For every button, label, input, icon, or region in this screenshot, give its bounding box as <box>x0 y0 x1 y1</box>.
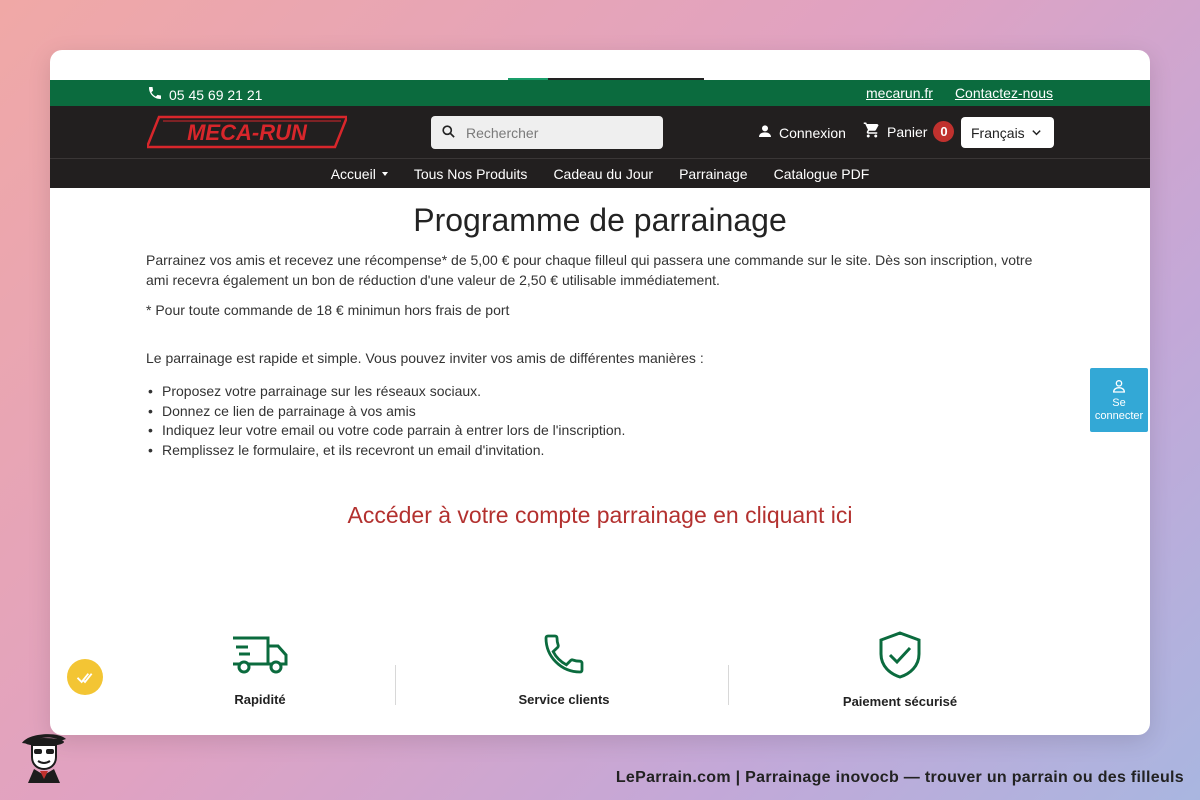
login-button[interactable]: Connexion <box>757 123 846 142</box>
features-row: Rapidité Service clients Paiement sécuri… <box>50 630 1150 735</box>
tab-indicator-dark <box>548 78 704 80</box>
intro-text: Parrainez vos amis et recevez une récomp… <box>146 252 1033 288</box>
divider <box>395 665 396 705</box>
sign-in-label-1: Se <box>1112 397 1126 409</box>
nav-label: Accueil <box>330 165 376 182</box>
sign-in-side-button[interactable]: Se connecter <box>1090 368 1148 432</box>
steps-list: Proposez votre parrainage sur les réseau… <box>146 382 625 460</box>
site-header: MECA-RUN Rechercher Connexion Panier 0 F… <box>50 106 1150 158</box>
nav-item-catalogue[interactable]: Catalogue PDF <box>774 166 870 182</box>
feature-label: Paiement sécurisé <box>842 694 958 709</box>
user-icon <box>757 123 773 142</box>
cart-icon <box>863 121 881 142</box>
main-nav: Accueil Tous Nos Produits Cadeau du Jour… <box>50 158 1150 188</box>
nav-item-cadeau[interactable]: Cadeau du Jour <box>553 166 653 182</box>
list-item: Proposez votre parrainage sur les réseau… <box>146 382 625 402</box>
nav-label: Catalogue PDF <box>773 165 870 182</box>
page-title: Programme de parrainage <box>413 202 787 238</box>
feature-service: Service clients <box>500 630 628 707</box>
cart-button[interactable]: Panier 0 <box>863 121 955 142</box>
chevron-down-icon <box>1031 125 1042 141</box>
nav-label: Parrainage <box>679 165 748 182</box>
nav-item-parrainage[interactable]: Parrainage <box>679 166 748 182</box>
cart-label: Panier <box>887 123 928 140</box>
phone-number-text: 05 45 69 21 21 <box>169 86 263 103</box>
footer-caption: LeParrain.com | Parrainage inovocb — tro… <box>615 769 1184 786</box>
cart-count-badge: 0 <box>933 121 955 142</box>
list-item: Donnez ce lien de parrainage à vos amis <box>146 402 625 422</box>
phone-icon <box>147 85 163 104</box>
language-select[interactable]: Français <box>961 117 1054 148</box>
list-item: Remplissez le formulaire, et ils recevro… <box>146 441 625 461</box>
footnote-text: * Pour toute commande de 18 € minimun ho… <box>146 302 510 318</box>
accessibility-button[interactable] <box>67 659 103 695</box>
feature-payment: Paiement sécurisé <box>830 630 970 709</box>
tab-indicator <box>508 78 548 80</box>
meca-run-logo[interactable]: MECA-RUN <box>147 115 347 149</box>
divider <box>728 665 729 705</box>
nav-item-accueil[interactable]: Accueil <box>331 166 388 182</box>
login-label: Connexion <box>779 124 846 141</box>
user-icon <box>1112 380 1126 393</box>
sign-in-label-2: connecter <box>1094 410 1144 422</box>
top-bar: 05 45 69 21 21 mecarun.fr Contactez-nous <box>50 78 1150 106</box>
search-input[interactable]: Rechercher <box>431 116 663 149</box>
delivery-truck-icon <box>233 636 288 674</box>
nav-label: Cadeau du Jour <box>553 165 654 182</box>
nav-item-produits[interactable]: Tous Nos Produits <box>414 166 528 182</box>
contact-link[interactable]: Contactez-nous <box>955 85 1053 101</box>
shield-check-icon <box>879 631 921 679</box>
ways-text: Le parrainage est rapide et simple. Vous… <box>146 350 704 366</box>
double-check-icon <box>76 673 93 684</box>
referral-account-link[interactable]: Accéder à votre compte parrainage en cli… <box>50 502 1150 529</box>
phone-icon <box>544 634 584 674</box>
feature-speed: Rapidité <box>210 630 310 707</box>
svg-text:MECA-RUN: MECA-RUN <box>187 120 308 145</box>
feature-label: Rapidité <box>234 692 286 707</box>
search-placeholder: Rechercher <box>466 124 539 141</box>
caret-down-icon <box>381 171 388 176</box>
language-label: Français <box>971 124 1025 141</box>
search-icon <box>441 124 456 142</box>
mecarun-link[interactable]: mecarun.fr <box>866 85 933 101</box>
feature-label: Service clients <box>518 692 610 707</box>
leparrain-logo[interactable] <box>18 727 70 783</box>
list-item: Indiquez leur votre email ou votre code … <box>146 421 625 441</box>
phone-number[interactable]: 05 45 69 21 21 <box>147 85 262 104</box>
nav-label: Tous Nos Produits <box>413 165 528 182</box>
browser-page: 05 45 69 21 21 mecarun.fr Contactez-nous… <box>50 50 1150 735</box>
